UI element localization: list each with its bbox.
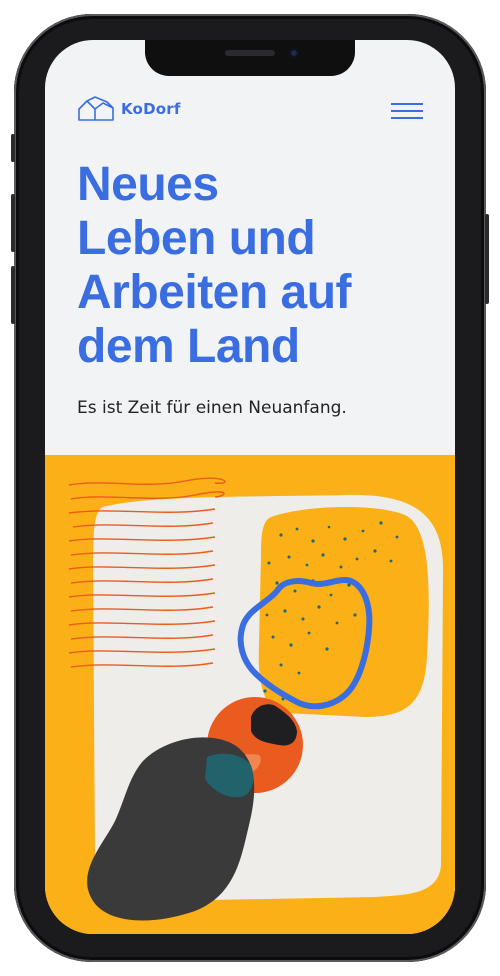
headline-line: dem Land [77,320,300,373]
hero-headline: Neues Leben und Arbeiten auf dem Land [77,158,427,374]
headline-line: Arbeiten auf [77,266,352,319]
notch [145,40,355,76]
volume-up-button [11,194,15,252]
speaker-icon [225,50,275,56]
phone-screen: KoDorf Neues Leben und Arbeiten auf dem … [45,40,455,934]
site-header: KoDorf [77,96,423,126]
logo-link[interactable]: KoDorf [77,96,181,122]
hamburger-menu-icon[interactable] [391,100,423,122]
headline-line: Neues [77,158,219,211]
camera-icon [289,48,299,58]
brand-name: KoDorf [121,100,181,118]
volume-down-button [11,266,15,324]
hero-subline: Es ist Zeit für einen Neuanfang. [77,398,347,418]
power-button [485,214,489,304]
mute-switch [11,134,15,162]
headline-line: Leben und [77,212,316,265]
hero-illustration [45,455,455,934]
house-outline-icon [78,96,114,121]
